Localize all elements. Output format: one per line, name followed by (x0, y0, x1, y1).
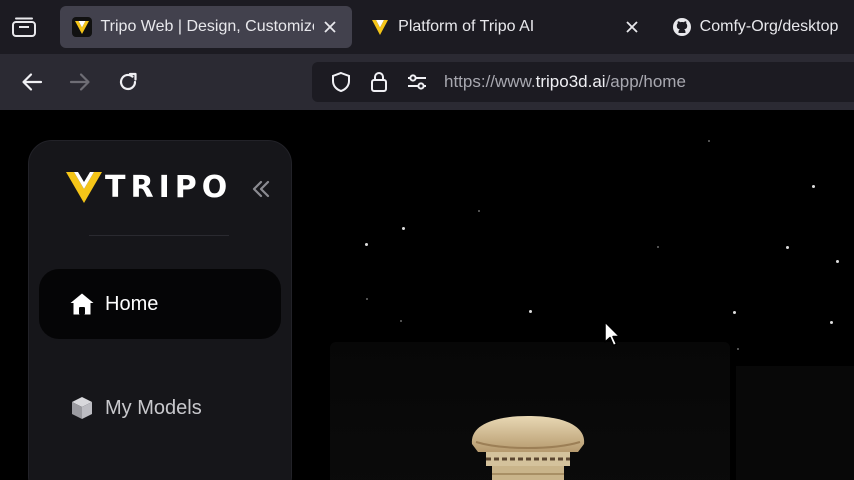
showcase-panel-secondary (736, 366, 854, 480)
close-icon[interactable] (622, 17, 642, 37)
lock-icon[interactable] (360, 67, 398, 97)
collapse-sidebar-button[interactable] (249, 177, 273, 201)
tab-tripo-web[interactable]: Tripo Web | Design, Customize, Create 3D (60, 6, 353, 48)
tab-github-comfy[interactable]: Comfy-Org/desktop (660, 6, 854, 48)
permissions-icon[interactable] (398, 67, 436, 97)
star-decoration (733, 311, 736, 314)
sidebar-item-label: My Models (105, 396, 202, 419)
navigation-toolbar: https://www.tripo3d.ai/app/home (0, 54, 854, 110)
cube-icon (69, 395, 95, 421)
back-button[interactable] (8, 62, 56, 102)
tab-tripo-platform[interactable]: Platform of Tripo AI (358, 6, 654, 48)
tripo-logo-icon (72, 17, 93, 37)
sidebar-item-my-models[interactable]: My Models (39, 373, 281, 443)
tab-bar: Tripo Web | Design, Customize, Create 3D… (0, 0, 854, 54)
star-decoration (830, 321, 833, 324)
star-decoration (786, 246, 789, 249)
arrow-right-icon (69, 73, 90, 91)
sidebar: TRIPO Home My Models (28, 140, 292, 480)
star-decoration (400, 320, 402, 322)
address-bar[interactable]: https://www.tripo3d.ai/app/home (312, 62, 854, 102)
github-icon (672, 17, 692, 37)
star-decoration (365, 243, 368, 246)
arrow-left-icon (22, 73, 43, 91)
home-icon (69, 291, 95, 317)
tripo-logo[interactable]: TRIPO (65, 169, 232, 205)
tab-title: Comfy-Org/desktop (699, 18, 839, 35)
star-decoration (366, 298, 368, 300)
star-decoration (708, 140, 710, 142)
close-icon[interactable] (320, 17, 340, 37)
tab-list-icon (12, 17, 37, 37)
mouse-cursor-icon (604, 321, 621, 347)
tab-title: Platform of Tripo AI (398, 18, 535, 35)
star-decoration (402, 227, 405, 230)
tripo-logo-icon (66, 172, 102, 203)
sidebar-item-home[interactable]: Home (39, 269, 281, 339)
sidebar-item-label: Home (105, 292, 159, 315)
forward-button[interactable] (56, 62, 104, 102)
logo-text: TRIPO (105, 169, 233, 205)
shield-icon[interactable] (322, 67, 360, 97)
tripo-logo-icon (370, 17, 390, 37)
star-decoration (529, 310, 532, 313)
star-decoration (812, 185, 815, 188)
star-decoration (836, 260, 839, 263)
tab-overview-button[interactable] (0, 0, 48, 54)
reload-icon (119, 72, 137, 91)
tab-title: Tripo Web | Design, Customize, Create 3D (100, 18, 314, 35)
double-chevron-left-icon (252, 180, 270, 198)
web-content: TRIPO Home My Models (0, 110, 854, 480)
star-decoration (657, 246, 659, 248)
reload-button[interactable] (104, 62, 152, 102)
divider (89, 235, 229, 236)
model-preview-image[interactable] (466, 412, 590, 480)
url-text: https://www.tripo3d.ai/app/home (444, 72, 686, 91)
star-decoration (737, 348, 739, 350)
star-decoration (478, 210, 480, 212)
